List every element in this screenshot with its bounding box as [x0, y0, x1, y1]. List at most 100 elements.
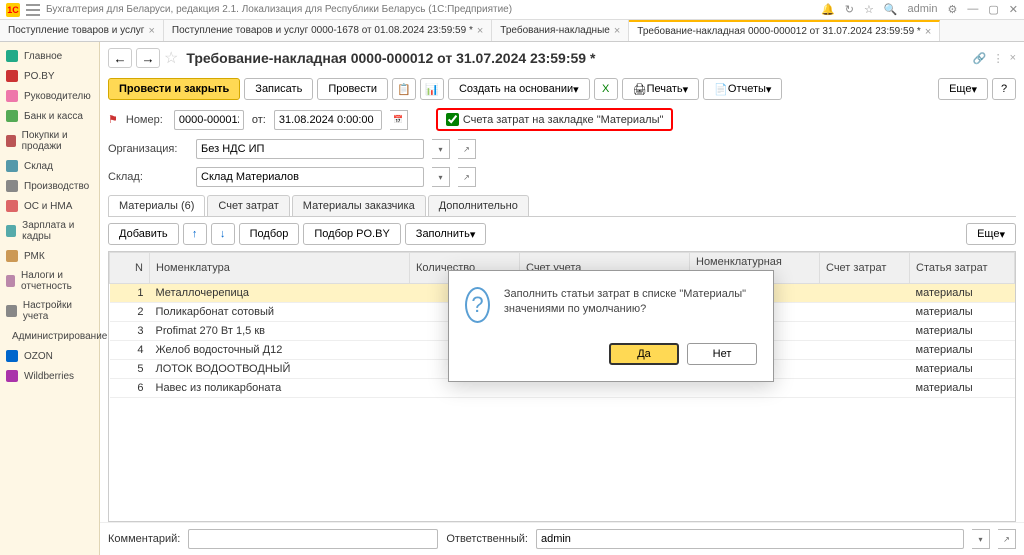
maximize-icon[interactable]: ▢: [988, 3, 998, 16]
open-icon[interactable]: ↗: [998, 529, 1016, 549]
warehouse-input[interactable]: [196, 167, 424, 187]
col-cost-account[interactable]: Счет затрат: [820, 253, 910, 284]
sidebar-item[interactable]: Настройки учета: [0, 296, 99, 326]
sidebar-item[interactable]: Налоги и отчетность: [0, 266, 99, 296]
sidebar-item[interactable]: РМК: [0, 246, 99, 266]
favorites-icon[interactable]: ☆: [864, 3, 874, 16]
save-button[interactable]: Записать: [244, 78, 313, 100]
settings-icon[interactable]: ⚙: [948, 3, 958, 16]
history-icon[interactable]: ↻: [845, 3, 854, 16]
tab-close-icon[interactable]: ×: [148, 25, 154, 37]
sidebar-item[interactable]: Wildberries: [0, 366, 99, 386]
search-icon[interactable]: 🔍: [884, 3, 898, 16]
sidebar-item[interactable]: PO.BY: [0, 66, 99, 86]
dropdown-icon[interactable]: ▾: [432, 139, 450, 159]
move-down-button[interactable]: ↓: [211, 223, 235, 245]
sidebar-item[interactable]: Банк и касса: [0, 106, 99, 126]
dialog-text: Заполнить статьи затрат в списке "Матери…: [504, 287, 757, 318]
more-button[interactable]: Еще ▾: [938, 78, 988, 100]
responsible-input[interactable]: [536, 529, 964, 549]
tab-close-icon[interactable]: ×: [925, 26, 931, 38]
checkbox-input[interactable]: [446, 113, 459, 126]
sidebar-item[interactable]: Производство: [0, 176, 99, 196]
section-icon: [6, 50, 18, 62]
question-icon: ?: [465, 287, 490, 323]
fill-button[interactable]: Заполнить ▾: [405, 223, 487, 245]
sidebar-item[interactable]: Зарплата и кадры: [0, 216, 99, 246]
tab-close-icon[interactable]: ×: [477, 25, 483, 37]
help-button[interactable]: ?: [992, 78, 1016, 100]
window-close-icon[interactable]: ×: [1010, 52, 1016, 65]
no-button[interactable]: Нет: [687, 343, 757, 365]
tab-cost-account[interactable]: Счет затрат: [207, 195, 289, 216]
responsible-label: Ответственный:: [446, 533, 528, 545]
back-button[interactable]: ←: [108, 48, 132, 68]
move-up-button[interactable]: ↑: [183, 223, 207, 245]
sidebar-item-label: Руководителю: [24, 91, 91, 102]
section-icon: [6, 180, 18, 192]
post-button[interactable]: Провести: [317, 78, 388, 100]
sidebar-item-label: Производство: [24, 181, 89, 192]
app-logo-icon: 1C: [6, 3, 20, 17]
dropdown-icon[interactable]: ▾: [432, 167, 450, 187]
open-icon[interactable]: ↗: [458, 167, 476, 187]
col-n[interactable]: N: [110, 253, 150, 284]
section-icon: [6, 305, 17, 317]
star-icon[interactable]: ☆: [164, 48, 178, 68]
close-icon[interactable]: ✕: [1009, 3, 1018, 16]
print-button[interactable]: 🖨 Печать ▾: [622, 78, 700, 100]
sidebar-item-label: PO.BY: [24, 71, 55, 82]
tab-materials[interactable]: Материалы (6): [108, 195, 205, 216]
tab-close-icon[interactable]: ×: [614, 25, 620, 37]
add-button[interactable]: Добавить: [108, 223, 179, 245]
tab-item[interactable]: Поступление товаров и услуг 0000-1678 от…: [164, 20, 492, 41]
tab-additional[interactable]: Дополнительно: [428, 195, 529, 216]
excel-icon[interactable]: X: [594, 78, 618, 100]
more-icon[interactable]: ⋮: [993, 52, 1004, 65]
content: ← → ☆ Требование-накладная 0000-000012 о…: [100, 42, 1024, 555]
minimize-icon[interactable]: —: [967, 3, 978, 16]
table-more-button[interactable]: Еще ▾: [966, 223, 1016, 245]
yes-button[interactable]: Да: [609, 343, 679, 365]
sidebar-item[interactable]: Руководителю: [0, 86, 99, 106]
sidebar-item[interactable]: Администрирование: [0, 326, 99, 346]
sidebar-item-label: Wildberries: [24, 371, 74, 382]
dropdown-icon[interactable]: ▾: [972, 529, 990, 549]
cost-accounts-checkbox[interactable]: Счета затрат на закладке "Материалы": [436, 108, 674, 131]
sidebar-item[interactable]: ОС и НМА: [0, 196, 99, 216]
tab-item[interactable]: Требования-накладные×: [492, 20, 629, 41]
number-input[interactable]: [174, 110, 244, 130]
forward-button[interactable]: →: [136, 48, 160, 68]
date-input[interactable]: [274, 110, 382, 130]
sidebar-item[interactable]: Покупки и продажи: [0, 126, 99, 156]
structure-icon[interactable]: 📊: [420, 78, 444, 100]
reports-button[interactable]: 📄 Отчеты ▾: [703, 78, 782, 100]
col-nomenclature[interactable]: Номенклатура: [150, 253, 410, 284]
calendar-icon[interactable]: 📅: [390, 110, 408, 130]
menu-icon[interactable]: [26, 4, 40, 16]
app-title: Бухгалтерия для Беларуси, редакция 2.1. …: [46, 4, 815, 15]
comment-input[interactable]: [188, 529, 438, 549]
open-icon[interactable]: ↗: [458, 139, 476, 159]
tab-item[interactable]: Поступление товаров и услуг×: [0, 20, 164, 41]
sidebar-item[interactable]: Главное: [0, 46, 99, 66]
flag-icon[interactable]: ⚑: [108, 113, 118, 126]
sidebar-item[interactable]: OZON: [0, 346, 99, 366]
dk-icon[interactable]: 📋: [392, 78, 416, 100]
tab-item[interactable]: Требование-накладная 0000-000012 от 31.0…: [629, 20, 940, 41]
number-label: Номер:: [126, 114, 166, 126]
sidebar-item[interactable]: Склад: [0, 156, 99, 176]
comment-label: Комментарий:: [108, 533, 180, 545]
user-label[interactable]: admin: [908, 3, 938, 16]
sidebar-item-label: Главное: [24, 51, 62, 62]
select-button[interactable]: Подбор: [239, 223, 300, 245]
bell-icon[interactable]: 🔔: [821, 3, 835, 16]
create-based-button[interactable]: Создать на основании ▾: [448, 78, 590, 100]
tab-customer-materials[interactable]: Материалы заказчика: [292, 195, 426, 216]
org-input[interactable]: [196, 139, 424, 159]
post-and-close-button[interactable]: Провести и закрыть: [108, 78, 240, 100]
section-icon: [6, 160, 18, 172]
link-icon[interactable]: 🔗: [973, 52, 987, 65]
select-poby-button[interactable]: Подбор PO.BY: [303, 223, 400, 245]
col-cost-item[interactable]: Статья затрат: [910, 253, 1015, 284]
